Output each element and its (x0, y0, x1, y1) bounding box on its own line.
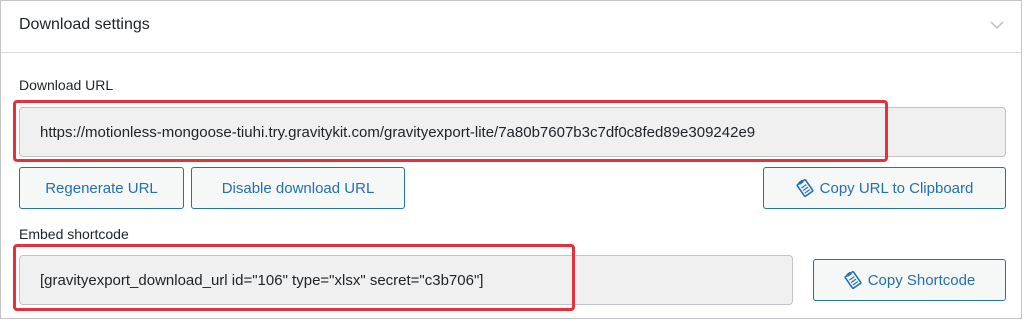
panel-title: Download settings (19, 16, 150, 33)
regenerate-url-button[interactable]: Regenerate URL (19, 167, 184, 209)
chevron-down-icon[interactable] (987, 15, 1007, 35)
embed-shortcode-field[interactable]: [gravityexport_download_url id="106" typ… (19, 255, 793, 305)
download-settings-panel: Download settings Download URL https://m… (0, 0, 1022, 319)
clipboard-icon (844, 270, 862, 290)
disable-download-url-label: Disable download URL (221, 179, 375, 197)
clipboard-icon (796, 178, 814, 198)
copy-shortcode-button[interactable]: Copy Shortcode (813, 259, 1006, 301)
copy-url-button[interactable]: Copy URL to Clipboard (763, 167, 1006, 209)
panel-header[interactable]: Download settings (1, 1, 1021, 53)
download-url-label: Download URL (19, 77, 114, 93)
copy-shortcode-label: Copy Shortcode (867, 271, 976, 289)
embed-shortcode-label: Embed shortcode (19, 226, 129, 242)
regenerate-url-label: Regenerate URL (45, 179, 158, 197)
disable-download-url-button[interactable]: Disable download URL (191, 167, 405, 209)
download-url-field[interactable]: https://motionless-mongoose-tiuhi.try.gr… (19, 107, 1006, 157)
copy-url-label: Copy URL to Clipboard (819, 179, 974, 197)
